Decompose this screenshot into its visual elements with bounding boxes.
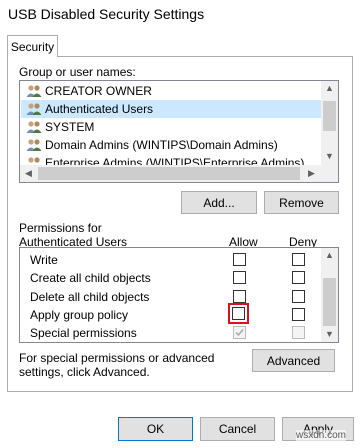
- add-button[interactable]: Add...: [181, 191, 257, 214]
- ok-button[interactable]: OK: [118, 417, 193, 441]
- allow-apply-group-policy-checkbox[interactable]: [232, 307, 245, 320]
- permission-name: Delete all child objects: [30, 290, 150, 304]
- scroll-down-arrow-icon[interactable]: ▼: [321, 329, 338, 339]
- checkmark-icon: [235, 329, 244, 337]
- users-group-icon: [26, 85, 42, 97]
- allow-create-child-checkbox[interactable]: [233, 271, 246, 284]
- users-group-icon: [26, 139, 42, 151]
- permissions-label: Permissions for Authenticated Users: [19, 221, 128, 249]
- tab-security-label: Security: [10, 39, 55, 54]
- users-horizontal-scrollbar[interactable]: ◀ ▶: [20, 165, 338, 182]
- window-title: USB Disabled Security Settings: [8, 6, 205, 22]
- deny-write-checkbox[interactable]: [292, 253, 305, 266]
- advanced-button[interactable]: Advanced: [252, 349, 335, 372]
- users-group-icon: [26, 103, 42, 115]
- permissions-vertical-scrollbar[interactable]: ▲ ▼: [321, 248, 338, 342]
- users-listbox[interactable]: CREATOR OWNER Authenticated Users SYSTEM…: [19, 80, 339, 183]
- tab-security[interactable]: Security: [7, 35, 58, 57]
- watermark: wsxdn.com: [296, 430, 347, 441]
- deny-special-permissions-checkbox: [292, 326, 305, 339]
- list-item-system[interactable]: SYSTEM: [26, 118, 94, 136]
- scrollbar-thumb-horizontal[interactable]: [38, 167, 300, 180]
- permission-name: Special permissions: [30, 326, 137, 340]
- allow-delete-child-checkbox[interactable]: [233, 290, 246, 303]
- allow-write-checkbox[interactable]: [233, 253, 246, 266]
- list-item-domain-admins[interactable]: Domain Admins (WINTIPS\Domain Admins): [26, 136, 278, 154]
- user-name: SYSTEM: [45, 120, 95, 134]
- scroll-right-arrow-icon[interactable]: ▶: [303, 168, 320, 179]
- scrollbar-thumb[interactable]: [323, 278, 336, 326]
- group-names-label: Group or user names:: [19, 65, 136, 79]
- scrollbar-thumb[interactable]: [323, 101, 336, 131]
- list-item-authenticated-users[interactable]: Authenticated Users: [26, 100, 153, 118]
- permission-name: Create all child objects: [30, 271, 151, 285]
- scroll-up-arrow-icon[interactable]: ▲: [321, 83, 338, 93]
- scroll-left-arrow-icon[interactable]: ◀: [20, 168, 37, 179]
- users-vertical-scrollbar[interactable]: ▲ ▼: [321, 81, 338, 165]
- permission-name: Write: [30, 253, 58, 267]
- remove-button[interactable]: Remove: [264, 191, 339, 214]
- permissions-listbox: Write Create all child objects Delete al…: [19, 247, 339, 343]
- scroll-up-arrow-icon[interactable]: ▲: [321, 250, 338, 260]
- scroll-down-arrow-icon[interactable]: ▼: [321, 151, 338, 161]
- users-group-icon: [26, 121, 42, 133]
- deny-create-child-checkbox[interactable]: [292, 271, 305, 284]
- list-item-creator-owner[interactable]: CREATOR OWNER: [26, 82, 152, 100]
- cancel-button[interactable]: Cancel: [200, 417, 275, 441]
- allow-special-permissions-checkbox: [233, 326, 246, 339]
- user-name: CREATOR OWNER: [45, 84, 152, 98]
- user-name: Domain Admins (WINTIPS\Domain Admins): [45, 138, 278, 152]
- deny-delete-child-checkbox[interactable]: [292, 290, 305, 303]
- deny-apply-group-policy-checkbox[interactable]: [292, 308, 305, 321]
- advanced-note: For special permissions or advanced sett…: [19, 351, 215, 379]
- permission-name: Apply group policy: [30, 308, 129, 322]
- user-name: Authenticated Users: [45, 102, 154, 116]
